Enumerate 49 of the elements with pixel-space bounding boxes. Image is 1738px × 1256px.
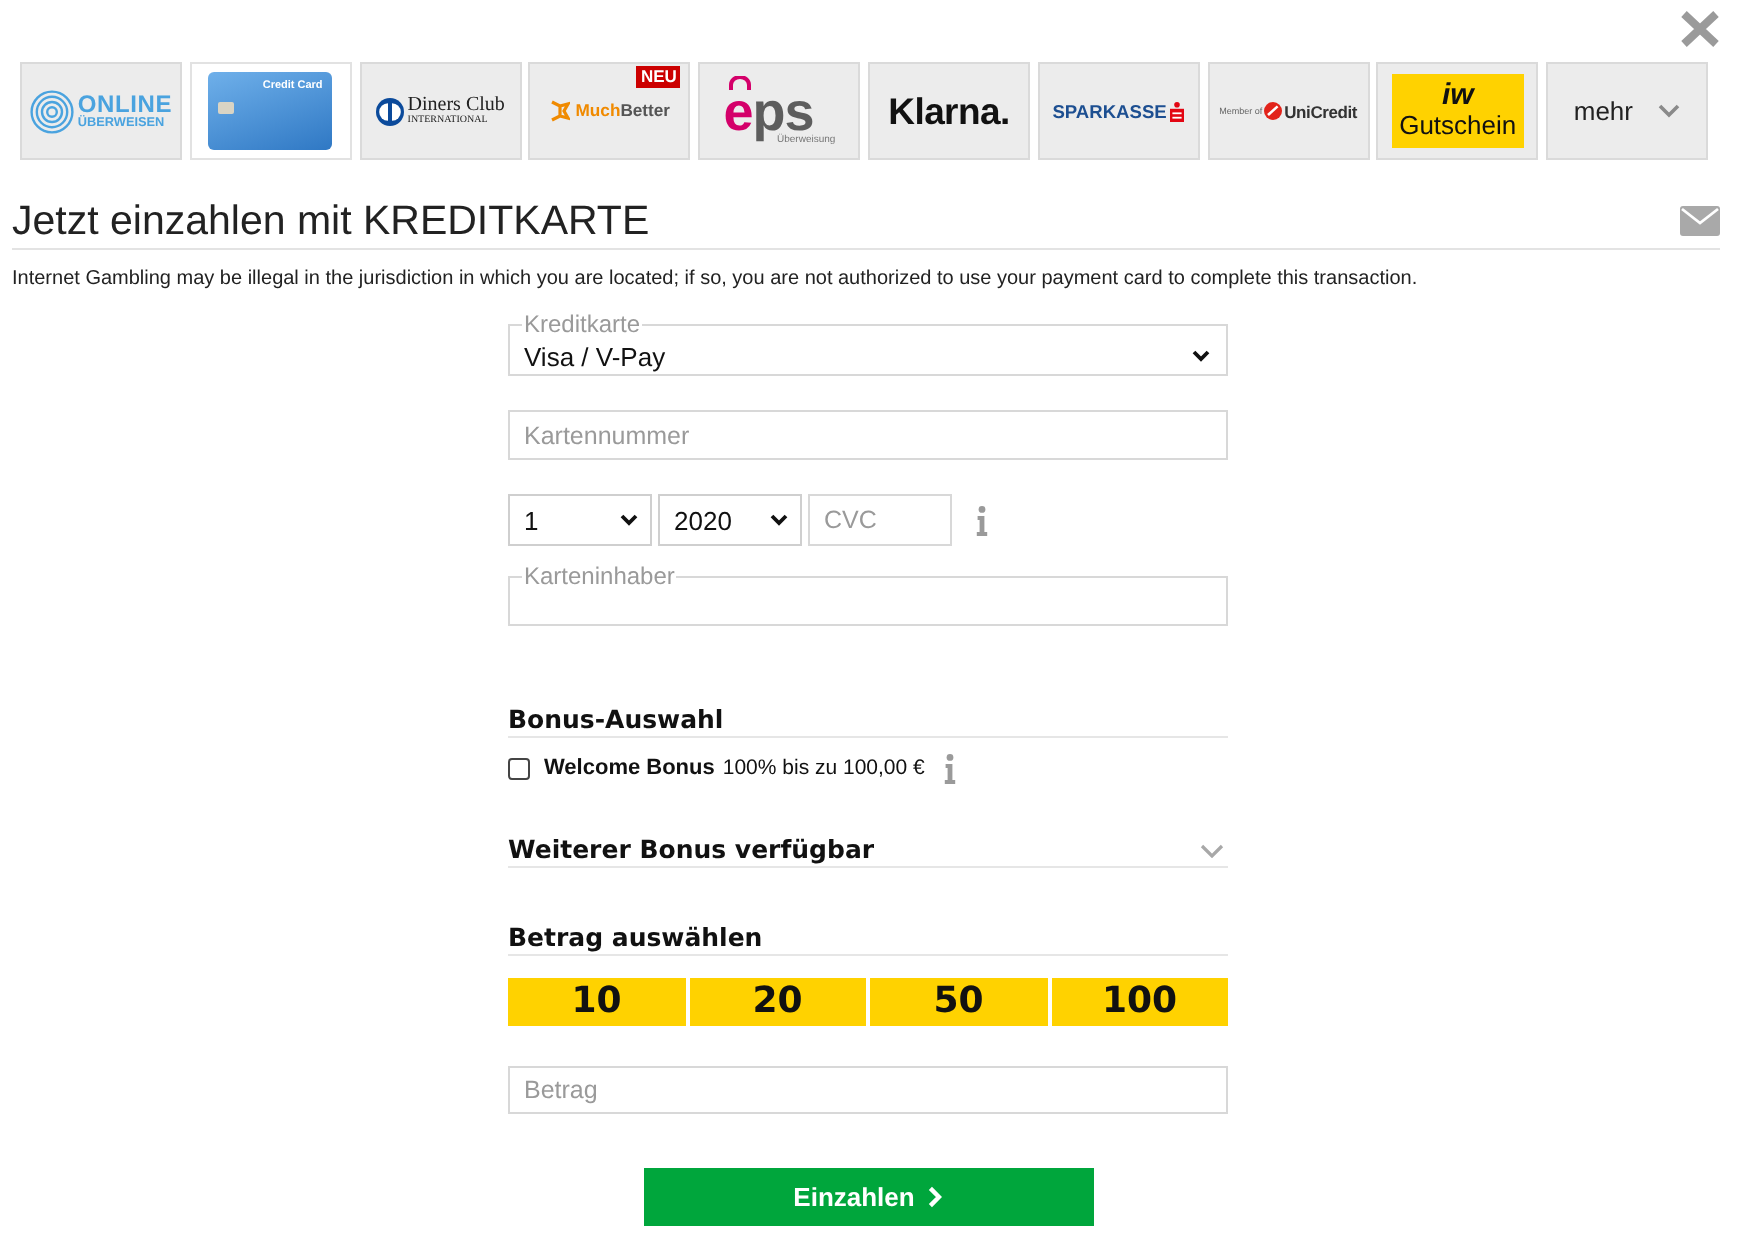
amount-button[interactable]: 100 bbox=[1051, 978, 1228, 1026]
info-icon[interactable] bbox=[976, 505, 988, 535]
bonus-name: Welcome Bonus bbox=[544, 756, 715, 780]
slashed-circle-icon bbox=[1264, 102, 1283, 120]
year-select[interactable]: 2020 bbox=[658, 494, 802, 546]
section-title: Weiterer Bonus verfügbar bbox=[508, 834, 875, 866]
checkbox[interactable] bbox=[508, 757, 530, 779]
new-badge: NEU bbox=[636, 66, 681, 88]
legal-notice: Internet Gambling may be illegal in the jurisdiction in which you are located; if so, you are not authorized to use your payment card to complete this transaction. bbox=[12, 268, 1420, 292]
chevron-right-icon bbox=[928, 1186, 943, 1208]
amount-button[interactable]: 50 bbox=[870, 978, 1047, 1026]
page-heading: Jetzt einzahlen mit KREDITKARTE bbox=[12, 195, 650, 247]
section-title: Bonus-Auswahl bbox=[508, 704, 724, 736]
payment-method-button[interactable]: iw Gutschein bbox=[1376, 62, 1539, 160]
chevron-down-icon bbox=[1192, 350, 1210, 362]
payment-method-button[interactable]: Klarna. bbox=[867, 62, 1030, 160]
logo-text: Klarna. bbox=[888, 89, 1010, 133]
chevron-down-icon bbox=[770, 514, 788, 526]
info-icon[interactable] bbox=[944, 753, 957, 783]
logo-text: SPARKASSE bbox=[1052, 101, 1167, 121]
payment-method-button[interactable]: NEU MuchBetter bbox=[528, 62, 691, 160]
logo-text: Gutschein bbox=[1399, 110, 1517, 140]
logo-text: Diners Club bbox=[407, 95, 505, 115]
logo-text: MuchBetter bbox=[575, 100, 671, 122]
chevron-down-icon[interactable] bbox=[1200, 843, 1224, 857]
close-icon[interactable] bbox=[1680, 10, 1720, 48]
zigzag-icon bbox=[549, 100, 570, 122]
mail-icon[interactable] bbox=[1680, 206, 1720, 236]
amount-button[interactable]: 20 bbox=[689, 978, 866, 1026]
amount-field[interactable]: Betrag bbox=[508, 1066, 1228, 1114]
chevron-down-icon bbox=[1658, 104, 1681, 118]
logo-text: UniCredit bbox=[1284, 101, 1358, 121]
split-circle-icon bbox=[375, 97, 404, 125]
card-type-select[interactable]: Kreditkarte Visa / V-Pay bbox=[508, 310, 1228, 376]
cvc-field[interactable]: CVC bbox=[808, 494, 952, 546]
logo-text: ONLINE bbox=[77, 91, 173, 115]
payment-method-button[interactable]: mehr bbox=[1546, 62, 1709, 160]
card-number-field[interactable]: Kartennummer bbox=[508, 410, 1228, 460]
logo-text: iw bbox=[1441, 82, 1474, 110]
chevron-down-icon bbox=[620, 514, 638, 526]
bonus-description: 100% bis zu 100,00 € bbox=[722, 756, 925, 780]
concentric-circles-icon bbox=[29, 89, 74, 133]
dot-and-bars-icon bbox=[1170, 101, 1185, 121]
month-select[interactable]: 1 bbox=[508, 494, 652, 546]
section-title: Betrag auswählen bbox=[508, 922, 763, 954]
bag-handle-icon bbox=[727, 76, 752, 90]
chip-icon bbox=[218, 102, 235, 114]
payment-method-button[interactable]: SPARKASSE bbox=[1037, 62, 1200, 160]
amount-button[interactable]: 10 bbox=[508, 978, 685, 1026]
